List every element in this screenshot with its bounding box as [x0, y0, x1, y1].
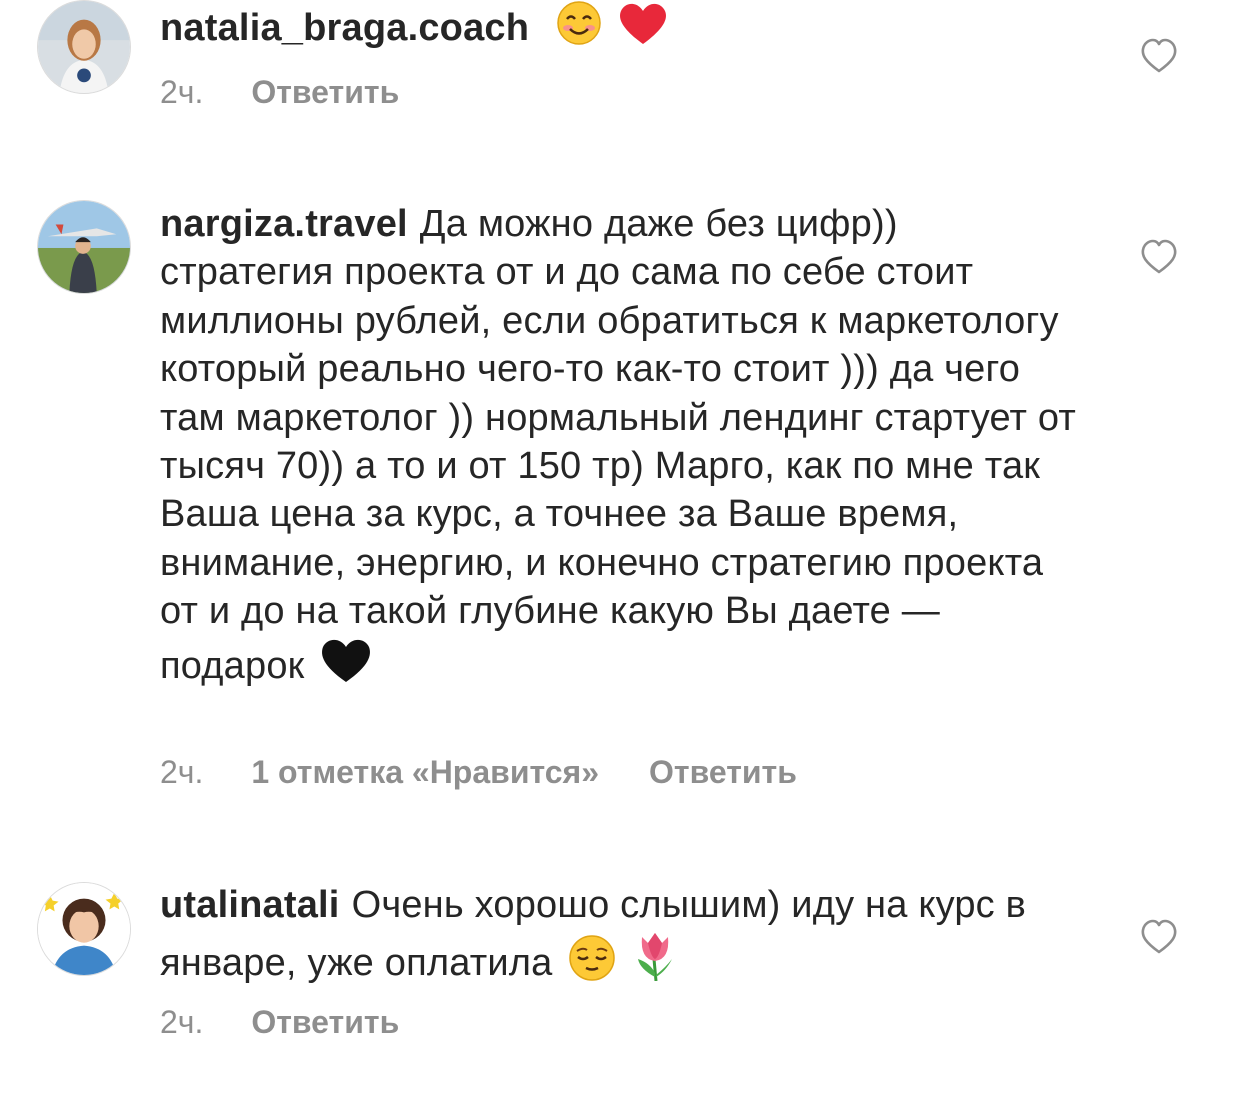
comment-meta: 2ч. 1 отметка «Нравится» Ответить — [160, 754, 797, 791]
comment-meta: 2ч. Ответить — [160, 74, 399, 111]
avatar[interactable] — [37, 0, 131, 94]
reply-button[interactable]: Ответить — [649, 754, 797, 790]
comment-body: Да можно даже без цифр)) стратегия проек… — [160, 203, 1077, 687]
comment-text: natalia_braga.coach — [160, 0, 1080, 52]
avatar[interactable] — [37, 200, 131, 294]
comment-username[interactable]: natalia_braga.coach — [160, 7, 529, 49]
relieved-face-emoji — [569, 935, 616, 982]
heart-icon[interactable] — [1140, 38, 1178, 74]
heart-icon[interactable] — [1140, 919, 1178, 955]
smiling-face-emoji — [557, 1, 601, 45]
comment-time: 2ч. — [160, 1004, 204, 1040]
comment-time: 2ч. — [160, 754, 204, 790]
tulip-emoji — [638, 933, 673, 982]
reply-button[interactable]: Ответить — [251, 74, 399, 110]
heart-icon[interactable] — [1140, 239, 1178, 275]
red-heart-emoji — [619, 3, 666, 45]
comment-time: 2ч. — [160, 74, 204, 110]
comment-text: utalinatali Очень хорошо слышим) иду на к… — [160, 881, 1080, 988]
comment-username[interactable]: nargiza.travel — [160, 203, 408, 245]
reply-button[interactable]: Ответить — [251, 1004, 399, 1040]
black-heart-emoji — [322, 639, 371, 682]
comment-meta: 2ч. Ответить — [160, 1004, 399, 1041]
comment-username[interactable]: utalinatali — [160, 884, 340, 926]
avatar[interactable] — [37, 882, 131, 976]
likes-count-button[interactable]: 1 отметка «Нравится» — [251, 754, 599, 790]
comment-text: nargiza.travel Да можно даже без цифр)) с… — [160, 200, 1080, 690]
